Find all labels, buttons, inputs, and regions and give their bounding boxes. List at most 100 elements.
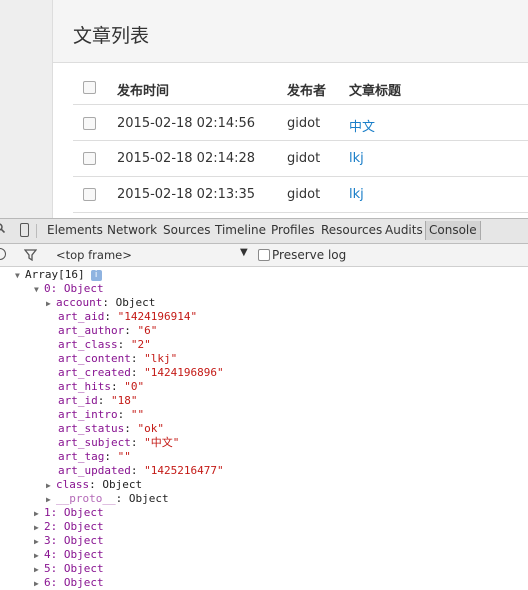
collapsed-triangle-icon: ▶ <box>46 495 51 504</box>
filter-icon[interactable] <box>24 249 37 261</box>
devtools-tab-bar: Elements Network Sources Timeline Profil… <box>0 219 528 244</box>
console-output: ▼ Array[16] i ▼ 0: Object ▶ account: Object … <box>0 267 528 590</box>
collapsed-triangle-icon: ▶ <box>34 509 39 518</box>
property-key: art_intro <box>58 408 118 421</box>
tab-sources[interactable]: Sources <box>163 223 210 237</box>
select-all-checkbox[interactable] <box>83 81 96 94</box>
expanded-triangle-icon: ▼ <box>15 271 20 280</box>
device-mode-icon[interactable] <box>20 223 29 237</box>
web-page: 文章列表 发布时间 发布者 文章标题 2015-02-18 02:14:56 g… <box>0 0 528 218</box>
article-title-link[interactable]: 中文 <box>349 116 375 135</box>
tab-elements[interactable]: Elements <box>47 223 103 237</box>
article-title-link[interactable]: lkj <box>349 151 364 166</box>
property-key: art_tag <box>58 450 105 463</box>
property-key: account <box>56 296 103 309</box>
array-item-label: 4: Object <box>44 548 104 561</box>
table-row: 2015-02-18 02:14:56 gidot 中文 <box>73 106 528 142</box>
property-row: art_aid: "1424196914" <box>58 310 198 323</box>
collapsed-triangle-icon: ▶ <box>34 537 39 546</box>
frame-select[interactable]: <top frame> ▼ <box>56 247 248 263</box>
property-row[interactable]: ▶ class: Object <box>46 478 142 492</box>
property-key: art_content <box>58 352 131 365</box>
article-list-panel: 文章列表 发布时间 发布者 文章标题 2015-02-18 02:14:56 g… <box>52 0 528 218</box>
tab-console[interactable]: Console <box>425 221 481 240</box>
column-header-title[interactable]: 文章标题 <box>349 80 401 99</box>
row-divider <box>73 104 528 105</box>
inspect-search-icon[interactable] <box>0 223 5 233</box>
array-item-row[interactable]: ▶ 4: Object <box>34 548 104 562</box>
tab-timeline[interactable]: Timeline <box>215 223 266 237</box>
property-key: art_created <box>58 366 131 379</box>
property-key: art_updated <box>58 464 131 477</box>
property-key: art_class <box>58 338 118 351</box>
tab-profiles[interactable]: Profiles <box>271 223 315 237</box>
array-root-row[interactable]: ▼ Array[16] i <box>15 268 102 282</box>
column-header-time[interactable]: 发布时间 <box>117 80 169 99</box>
array-item-label: 3: Object <box>44 534 104 547</box>
frame-select-value: <top frame> <box>56 248 132 262</box>
property-value: "" <box>117 450 131 463</box>
expanded-triangle-icon: ▼ <box>34 285 39 294</box>
property-row: art_status: "ok" <box>58 422 164 435</box>
property-value: "18" <box>111 394 138 407</box>
property-value: Object <box>115 296 156 309</box>
publish-time: 2015-02-18 02:14:56 <box>117 116 256 131</box>
column-header-author[interactable]: 发布者 <box>287 80 326 99</box>
author: gidot <box>287 151 321 166</box>
table-row: 2015-02-18 02:13:35 gidot lkj <box>73 177 528 213</box>
property-value: "1424196896" <box>144 366 224 379</box>
collapsed-triangle-icon: ▶ <box>34 579 39 588</box>
property-value: Object <box>102 478 143 491</box>
publish-time: 2015-02-18 02:14:28 <box>117 151 256 166</box>
author: gidot <box>287 187 321 202</box>
info-icon[interactable]: i <box>90 269 102 281</box>
preserve-log-checkbox[interactable] <box>258 249 270 261</box>
collapsed-triangle-icon: ▶ <box>46 299 51 308</box>
array-item-label: 2: Object <box>44 520 104 533</box>
array-item-row[interactable]: ▶ 2: Object <box>34 520 104 534</box>
property-value: "0" <box>124 380 145 393</box>
array-item-row[interactable]: ▶ 5: Object <box>34 562 104 576</box>
toolbar-divider <box>36 224 37 238</box>
property-key: art_subject <box>58 436 131 449</box>
property-value: "6" <box>137 324 158 337</box>
array-item-row[interactable]: ▶ 3: Object <box>34 534 104 548</box>
proto-row[interactable]: ▶ __proto__: Object <box>46 492 169 506</box>
property-key: class <box>56 478 90 491</box>
property-value: "lkj" <box>144 352 178 365</box>
property-value: "1425216477" <box>144 464 224 477</box>
property-row: art_hits: "0" <box>58 380 145 393</box>
property-row: art_tag: "" <box>58 450 131 463</box>
property-key: art_id <box>58 394 98 407</box>
clear-console-icon[interactable] <box>0 248 6 260</box>
collapsed-triangle-icon: ▶ <box>46 481 51 490</box>
property-row: art_updated: "1425216477" <box>58 464 224 477</box>
property-value: "中文" <box>144 436 180 449</box>
property-row: art_id: "18" <box>58 394 138 407</box>
row-checkbox[interactable] <box>83 117 96 130</box>
property-row: art_intro: "" <box>58 408 145 421</box>
row-checkbox[interactable] <box>83 152 96 165</box>
property-key: __proto__ <box>56 492 116 505</box>
tab-network[interactable]: Network <box>107 223 157 237</box>
preserve-log-label: Preserve log <box>272 248 347 262</box>
object-row[interactable]: ▼ 0: Object <box>34 282 104 296</box>
property-row: art_subject: "中文" <box>58 436 180 449</box>
property-key: art_aid <box>58 310 105 323</box>
row-checkbox[interactable] <box>83 188 96 201</box>
tab-audits[interactable]: Audits <box>385 223 423 237</box>
property-value: "ok" <box>137 422 164 435</box>
collapsed-triangle-icon: ▶ <box>34 551 39 560</box>
tab-resources[interactable]: Resources <box>321 223 382 237</box>
array-item-row[interactable]: ▶ 6: Object <box>34 576 104 590</box>
array-label: Array[16] <box>25 268 85 281</box>
property-row[interactable]: ▶ account: Object <box>46 296 155 310</box>
property-key: art_author <box>58 324 125 337</box>
article-title-link[interactable]: lkj <box>349 187 364 202</box>
collapsed-triangle-icon: ▶ <box>34 565 39 574</box>
property-key: art_hits <box>58 380 111 393</box>
devtools-panel: Elements Network Sources Timeline Profil… <box>0 218 528 590</box>
array-item-row[interactable]: ▶ 1: Object <box>34 506 104 520</box>
page-title: 文章列表 <box>73 25 150 47</box>
table-row: 2015-02-18 02:14:28 gidot lkj <box>73 141 528 177</box>
